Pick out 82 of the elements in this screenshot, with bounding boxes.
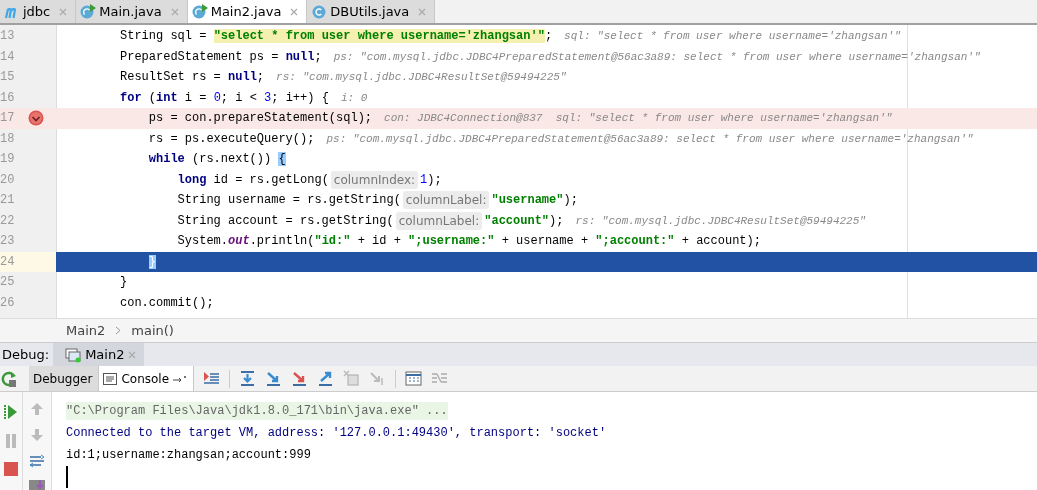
console-line: id:1;username:zhangsan;account:999 — [66, 448, 311, 462]
debug-value: rs: "com.mysql.jdbc.JDBC4ResultSet@59494225" — [276, 71, 567, 84]
code-text: } — [148, 254, 156, 269]
code-text: "account"); — [484, 213, 564, 228]
up-arrow-icon[interactable] — [30, 402, 44, 416]
scroll-to-end-icon[interactable] — [29, 480, 45, 490]
editor-tab[interactable]: DBUtils.java — [307, 0, 436, 23]
code-editor[interactable] — [0, 25, 1037, 318]
class-icon — [311, 3, 328, 20]
close-icon[interactable] — [128, 350, 137, 359]
breakpoint-icon[interactable] — [28, 110, 44, 127]
line-number: 15 — [0, 70, 16, 85]
class-icon — [80, 3, 97, 20]
editor-tab[interactable]: Main.java — [76, 0, 188, 23]
line-number: 16 — [0, 90, 16, 105]
session-tab[interactable]: Main2 — [53, 343, 145, 366]
resume-icon[interactable] — [4, 404, 18, 420]
code-text: System.out.println("id:" + id + ";username:" + username + ";account:" + account); — [177, 234, 761, 249]
debug-value: rs: "com.mysql.jdbc.JDBC4ResultSet@59494225" — [575, 214, 866, 227]
console-icon — [103, 372, 118, 385]
code-text: String sql = "select * from user where username='zhangsan'"; — [120, 29, 553, 44]
code-text: con.commit(); — [120, 295, 214, 310]
code-text: long id = rs.getLong( — [177, 172, 329, 187]
line-number: 22 — [0, 213, 16, 228]
code-text: String username = rs.getString( — [177, 193, 401, 208]
console-line: Connected to the target VM, address: '127.0.0.1:49430', transport: 'socket' — [66, 426, 607, 440]
line-number: 21 — [0, 193, 16, 208]
line-number: 23 — [0, 234, 16, 249]
code-text: String account = rs.getString( — [177, 213, 394, 228]
drop-frame-icon[interactable] — [343, 370, 361, 387]
code-text: for (int i = 0; i < 3; i++) { — [120, 90, 329, 105]
chevron-icon — [115, 326, 122, 335]
force-step-into-icon[interactable] — [291, 370, 309, 387]
parameter-hint: columnLabel: — [395, 211, 483, 230]
code-text: while (rs.next()) { — [148, 152, 286, 167]
editor-tab[interactable]: Main2.java — [187, 0, 308, 23]
rerun-icon[interactable] — [0, 369, 18, 388]
close-icon[interactable] — [290, 7, 299, 16]
line-number: 24 — [0, 254, 16, 269]
text-cursor — [66, 466, 68, 488]
panel-tab[interactable]: Console — [99, 366, 195, 391]
breadcrumb[interactable]: main() — [131, 323, 174, 338]
parameter-hint: columnIndex: — [330, 170, 419, 189]
debug-value: ps: "com.mysql.jdbc.JDBC4PreparedStatement@56ac3a89: select * from user where username='zhangsan'" — [326, 132, 974, 145]
debug-value: i: 0 — [340, 91, 368, 104]
line-number: 19 — [0, 152, 16, 167]
pin-arrow-icon — [173, 374, 188, 383]
class-icon — [191, 3, 208, 20]
parameter-hint: columnLabel: — [402, 191, 490, 210]
code-text: 1); — [420, 172, 442, 187]
code-text: ps = con.prepareStatement(sql); — [148, 111, 373, 126]
line-number: 14 — [0, 49, 16, 64]
code-text: rs = ps.executeQuery(); — [148, 131, 315, 146]
code-text: PreparedStatement ps = null; — [120, 49, 322, 64]
line-number: 20 — [0, 172, 16, 187]
step-out-icon[interactable] — [317, 370, 335, 387]
line-number: 18 — [0, 131, 16, 146]
evaluate-icon[interactable] — [405, 370, 423, 387]
show-execution-point-icon[interactable] — [203, 370, 221, 387]
line-number: 13 — [0, 29, 16, 44]
step-into-icon[interactable] — [265, 370, 283, 387]
panel-title: Debug: — [1, 346, 51, 364]
debug-value: con: JDBC4Connection@837 sql: "select * from user where username='zhangsan'" — [384, 112, 893, 125]
line-number: 17 — [0, 111, 16, 126]
pause-icon[interactable] — [4, 433, 18, 449]
breadcrumb[interactable]: Main2 — [66, 323, 106, 338]
debug-value: ps: "com.mysql.jdbc.JDBC4PreparedStatement@56ac3a89: select * from user where username='zhangsan'" — [333, 50, 981, 63]
code-text: "username"); — [491, 193, 578, 208]
line-number: 25 — [0, 275, 16, 290]
debug-value: sql: "select * from user where username='zhangsan'" — [564, 30, 901, 43]
code-text: } — [120, 275, 128, 290]
close-icon[interactable] — [59, 7, 68, 16]
line-number: 26 — [0, 295, 16, 310]
code-text: ResultSet rs = null; — [120, 70, 265, 85]
editor-tab[interactable]: jdbc — [0, 0, 77, 23]
step-over-icon[interactable] — [239, 370, 257, 387]
panel-tab[interactable]: Debugger — [29, 366, 100, 391]
close-icon[interactable] — [418, 7, 427, 16]
down-arrow-icon[interactable] — [30, 428, 44, 442]
window-icon — [65, 346, 82, 363]
soft-wrap-icon[interactable] — [29, 454, 45, 468]
close-icon[interactable] — [170, 7, 179, 16]
